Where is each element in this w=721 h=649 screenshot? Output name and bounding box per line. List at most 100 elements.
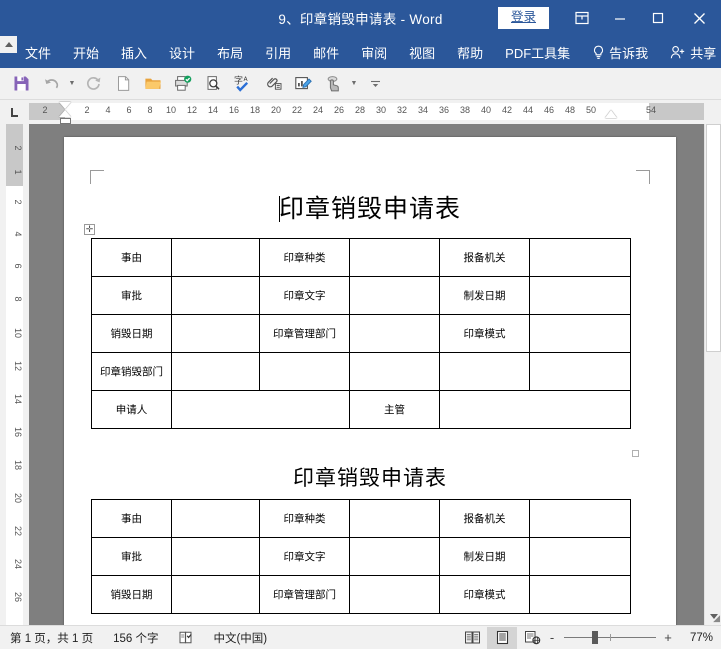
proofing-errors-icon[interactable]	[168, 626, 203, 649]
table-row[interactable]: 申请人 主管	[91, 390, 631, 429]
cell-seal-text-value[interactable]	[349, 276, 440, 315]
cell2-reason-value[interactable]	[171, 499, 260, 538]
cell-approval-label[interactable]: 审批	[91, 276, 172, 315]
tell-me-button[interactable]: 告诉我	[581, 36, 659, 68]
cell-filing-org-value[interactable]	[529, 238, 631, 277]
maximize-icon[interactable]	[639, 0, 677, 36]
cell-destroy-dept-v1[interactable]	[171, 352, 260, 391]
cell2-filing-org-label[interactable]: 报备机关	[439, 499, 530, 538]
cell-filing-org-label[interactable]: 报备机关	[439, 238, 530, 277]
undo-dropdown-caret[interactable]: ▼	[66, 80, 78, 87]
read-mode-icon[interactable]	[457, 627, 487, 649]
cell-destroy-dept-v3[interactable]	[349, 352, 440, 391]
tab-view[interactable]: 视图	[398, 36, 446, 68]
cell2-seal-admin-value[interactable]	[349, 575, 440, 614]
word-count[interactable]: 156 个字	[103, 626, 168, 649]
cell-seal-admin-value[interactable]	[349, 314, 440, 353]
hanging-indent-marker[interactable]	[59, 110, 71, 117]
cell2-destroy-date-value[interactable]	[171, 575, 260, 614]
close-icon[interactable]	[677, 0, 721, 36]
touch-mode-caret[interactable]: ▼	[348, 80, 360, 87]
table-row[interactable]: 事由 印章种类 报备机关	[91, 499, 631, 538]
tab-design[interactable]: 设计	[158, 36, 206, 68]
cell-destroy-dept-label[interactable]: 印章销毁部门	[91, 352, 172, 391]
cell-reason-value[interactable]	[171, 238, 260, 277]
scrollbar-thumb[interactable]	[706, 124, 721, 352]
table-move-handle-icon[interactable]: ✛	[84, 224, 95, 235]
cell-issue-date-value[interactable]	[529, 276, 631, 315]
cell2-seal-mode-label[interactable]: 印章模式	[439, 575, 530, 614]
web-layout-icon[interactable]	[517, 627, 547, 649]
vertical-scrollbar[interactable]: ◢	[704, 124, 721, 625]
zoom-out-button[interactable]: -	[547, 630, 557, 645]
tab-left-align-icon[interactable]	[0, 100, 29, 124]
horizontal-ruler[interactable]: 2 2 4 6 8 10 12 14 16 18 20 22 24 26 28 …	[29, 100, 704, 124]
share-button[interactable]: 共享	[659, 36, 721, 68]
zoom-control[interactable]: - +	[547, 630, 681, 645]
vertical-ruler[interactable]: 2 1 2 4 6 8 10 12 14 16 18 20 22 24 26	[0, 124, 29, 625]
table-row[interactable]: 销毁日期 印章管理部门 印章模式	[91, 314, 631, 353]
table-row[interactable]: 销毁日期 印章管理部门 印章模式	[91, 575, 631, 614]
zoom-slider-track[interactable]	[564, 631, 656, 644]
table-row[interactable]: 审批 印章文字 制发日期	[91, 276, 631, 315]
resize-grip-icon[interactable]: ◢	[713, 613, 720, 624]
print-preview-icon[interactable]	[198, 70, 228, 98]
first-line-indent-marker[interactable]	[59, 102, 71, 109]
print-layout-icon[interactable]	[487, 626, 517, 649]
cell2-issue-date-label[interactable]: 制发日期	[439, 537, 530, 576]
document-page[interactable]: 印章销毁申请表 ✛ 事由 印章种类 报备机关 审批 印章文字 制发日期 销毁日期…	[64, 137, 676, 625]
attachment-icon[interactable]	[258, 70, 288, 98]
cell-applicant-value[interactable]	[171, 390, 350, 429]
new-document-icon[interactable]	[108, 70, 138, 98]
undo-icon[interactable]	[36, 70, 66, 98]
tab-review[interactable]: 审阅	[350, 36, 398, 68]
ribbon-display-options-icon[interactable]	[563, 0, 601, 36]
cell-seal-mode-value[interactable]	[529, 314, 631, 353]
cell2-issue-date-value[interactable]	[529, 537, 631, 576]
cell-destroy-date-label[interactable]: 销毁日期	[91, 314, 172, 353]
page-indicator[interactable]: 第 1 页，共 1 页	[0, 626, 103, 649]
cell-destroy-dept-v4[interactable]	[439, 352, 530, 391]
zoom-slider-thumb[interactable]	[592, 631, 598, 644]
edit-chart-icon[interactable]	[288, 70, 318, 98]
zoom-in-button[interactable]: +	[663, 630, 673, 645]
cell-destroy-dept-v5[interactable]	[529, 352, 631, 391]
cell2-seal-type-label[interactable]: 印章种类	[259, 499, 350, 538]
touch-mode-icon[interactable]	[318, 70, 348, 98]
cell-destroy-date-value[interactable]	[171, 314, 260, 353]
cell2-destroy-date-label[interactable]: 销毁日期	[91, 575, 172, 614]
cell2-seal-type-value[interactable]	[349, 499, 440, 538]
cell2-reason-label[interactable]: 事由	[91, 499, 172, 538]
cell-applicant-label[interactable]: 申请人	[91, 390, 172, 429]
tab-home[interactable]: 开始	[62, 36, 110, 68]
tab-help[interactable]: 帮助	[446, 36, 494, 68]
language-indicator[interactable]: 中文(中国)	[203, 626, 277, 649]
tab-pdf-tools[interactable]: PDF工具集	[494, 36, 581, 68]
right-indent-marker[interactable]	[605, 110, 617, 118]
spelling-check-icon[interactable]: 字A	[228, 70, 258, 98]
tab-mailings[interactable]: 邮件	[302, 36, 350, 68]
cell2-seal-admin-label[interactable]: 印章管理部门	[259, 575, 350, 614]
minimize-icon[interactable]	[601, 0, 639, 36]
cell-seal-type-value[interactable]	[349, 238, 440, 277]
open-folder-icon[interactable]	[138, 70, 168, 98]
zoom-percentage[interactable]: 77%	[681, 632, 721, 644]
cell2-approval-label[interactable]: 审批	[91, 537, 172, 576]
tab-file[interactable]: 文件	[14, 36, 62, 68]
cell-destroy-dept-v2[interactable]	[259, 352, 350, 391]
cell-seal-mode-label[interactable]: 印章模式	[439, 314, 530, 353]
document-canvas[interactable]: 印章销毁申请表 ✛ 事由 印章种类 报备机关 审批 印章文字 制发日期 销毁日期…	[29, 124, 704, 625]
table-row[interactable]: 印章销毁部门	[91, 352, 631, 391]
tab-references[interactable]: 引用	[254, 36, 302, 68]
cell-reason-label[interactable]: 事由	[91, 238, 172, 277]
cell-issue-date-label[interactable]: 制发日期	[439, 276, 530, 315]
cell-supervisor-value[interactable]	[439, 390, 631, 429]
seal-destruction-form-table[interactable]: 事由 印章种类 报备机关 审批 印章文字 制发日期 销毁日期 印章管理部门 印章…	[91, 238, 631, 429]
cell-supervisor-label[interactable]: 主管	[349, 390, 440, 429]
cell2-seal-text-label[interactable]: 印章文字	[259, 537, 350, 576]
tab-insert[interactable]: 插入	[110, 36, 158, 68]
cell2-seal-text-value[interactable]	[349, 537, 440, 576]
table-row[interactable]: 事由 印章种类 报备机关	[91, 238, 631, 277]
cell2-approval-value[interactable]	[171, 537, 260, 576]
table-row[interactable]: 审批 印章文字 制发日期	[91, 537, 631, 576]
